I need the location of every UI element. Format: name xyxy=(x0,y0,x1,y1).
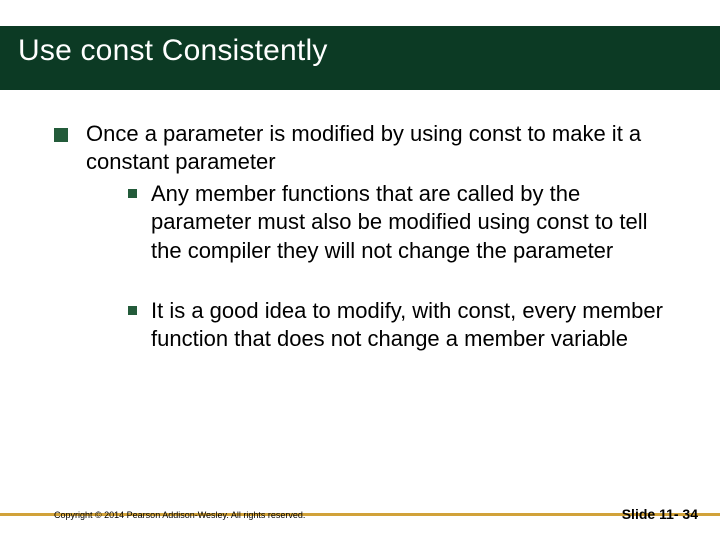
copyright-text: Copyright © 2014 Pearson Addison-Wesley.… xyxy=(54,510,305,520)
footer: Copyright © 2014 Pearson Addison-Wesley.… xyxy=(0,496,720,526)
slide-number: Slide 11- 34 xyxy=(622,506,698,522)
bullet-text: It is a good idea to modify, with const,… xyxy=(151,297,676,353)
list-item: It is a good idea to modify, with const,… xyxy=(128,297,676,353)
bullet-text: Any member functions that are called by … xyxy=(151,180,676,264)
slide-body: Once a parameter is modified by using co… xyxy=(54,120,676,357)
slide: Use const Consistently Once a parameter … xyxy=(0,0,720,540)
square-bullet-icon xyxy=(128,189,137,198)
bullet-text: Once a parameter is modified by using co… xyxy=(86,120,676,176)
square-bullet-icon xyxy=(54,128,68,142)
square-bullet-icon xyxy=(128,306,137,315)
title-bar: Use const Consistently xyxy=(0,26,720,90)
slide-title: Use const Consistently xyxy=(18,34,702,68)
list-item: Once a parameter is modified by using co… xyxy=(54,120,676,353)
list-item: Any member functions that are called by … xyxy=(128,180,676,264)
